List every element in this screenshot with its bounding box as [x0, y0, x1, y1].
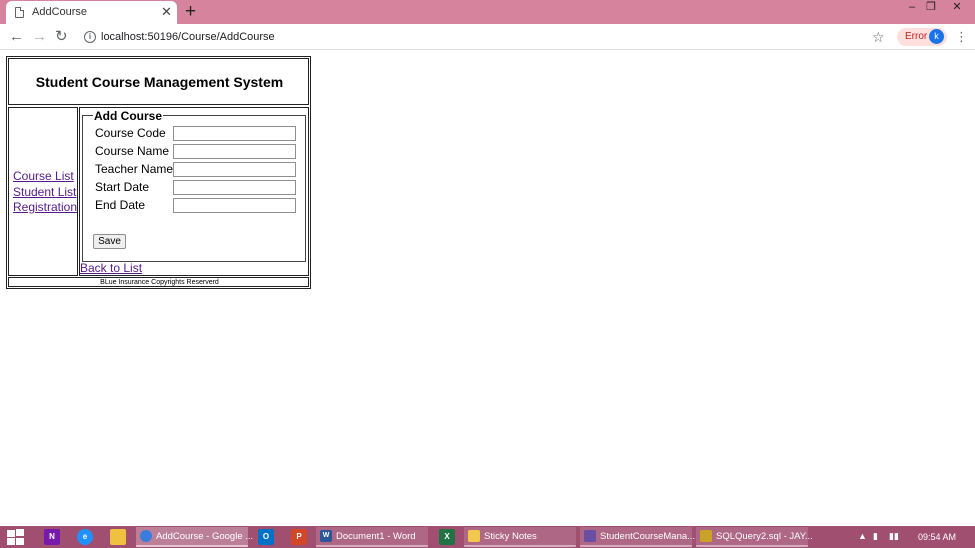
- page-title: Student Course Management System: [35, 74, 284, 90]
- site-info-icon[interactable]: i: [84, 31, 96, 43]
- footer-copyright: BLue Insurance Copyrights Reserverd: [100, 279, 219, 286]
- header-cell: Student Course Management System: [8, 58, 309, 105]
- nav-link-course-list[interactable]: Course List: [13, 169, 77, 185]
- battery-icon[interactable]: ▮: [873, 531, 878, 542]
- word-icon: W: [320, 530, 332, 542]
- address-bar[interactable]: i localhost:50196/Course/AddCourse ☆: [78, 27, 894, 48]
- ie-icon[interactable]: e: [77, 529, 93, 545]
- add-course-fieldset: Add Course Course Code Course Name Teach…: [82, 109, 306, 262]
- nav-links: Course List Student List Registration: [13, 169, 77, 216]
- profile-avatar: k: [929, 29, 944, 44]
- teacher-name-label: Teacher Name: [95, 162, 174, 176]
- start-date-input[interactable]: [173, 180, 296, 195]
- taskbar-item-label: AddCourse - Google ...: [156, 531, 254, 542]
- fieldset-legend: Add Course: [93, 109, 164, 123]
- restore-icon[interactable]: ❐: [920, 0, 942, 16]
- tray-overflow-icon[interactable]: ▲: [858, 531, 867, 541]
- tab-title: AddCourse: [32, 6, 88, 18]
- bookmark-star-icon[interactable]: ☆: [872, 28, 885, 46]
- course-name-input[interactable]: [173, 144, 296, 159]
- back-to-list-link[interactable]: Back to List: [80, 261, 142, 275]
- back-arrow-icon[interactable]: ←: [9, 27, 24, 47]
- chrome-icon: [140, 530, 152, 542]
- form-row-start-date: Start Date: [95, 179, 300, 196]
- save-button[interactable]: Save: [93, 234, 126, 249]
- end-date-input[interactable]: [173, 198, 296, 213]
- browser-tab-strip: AddCourse ✕ + – ❐ ✕: [0, 0, 975, 24]
- taskbar-item-label: Sticky Notes: [484, 531, 537, 542]
- nav-link-student-list[interactable]: Student List: [13, 185, 77, 201]
- new-tab-icon[interactable]: +: [185, 1, 196, 23]
- taskbar-item-label: SQLQuery2.sql - JAY...: [716, 531, 813, 542]
- powerpoint-icon[interactable]: P: [291, 529, 307, 545]
- taskbar-item-visual-studio[interactable]: StudentCourseMana...: [580, 527, 696, 547]
- browser-tab[interactable]: AddCourse ✕: [6, 1, 177, 24]
- ssms-icon: [700, 530, 712, 542]
- window-close-icon[interactable]: ✕: [946, 0, 968, 16]
- start-menu-icon[interactable]: [5, 528, 27, 546]
- nav-link-registration[interactable]: Registration: [13, 200, 77, 216]
- file-explorer-icon[interactable]: [110, 529, 126, 545]
- page-viewport: Student Course Management System Course …: [0, 51, 975, 525]
- taskbar-item-sticky-notes[interactable]: Sticky Notes: [464, 527, 576, 547]
- browser-menu-icon[interactable]: ⋮: [955, 29, 968, 45]
- profile-error-chip[interactable]: Error k: [897, 28, 947, 46]
- visual-studio-icon: [584, 530, 596, 542]
- form-row-end-date: End Date: [95, 197, 300, 214]
- nav-cell: Course List Student List Registration: [8, 107, 78, 276]
- taskbar-item-label: Document1 - Word: [336, 531, 416, 542]
- main-cell: Add Course Course Code Course Name Teach…: [79, 107, 309, 276]
- outlook-icon[interactable]: O: [258, 529, 274, 545]
- onenote-icon[interactable]: N: [44, 529, 60, 545]
- form-row-course-name: Course Name: [95, 143, 300, 160]
- end-date-label: End Date: [95, 198, 146, 212]
- excel-icon[interactable]: X: [439, 529, 455, 545]
- course-code-input[interactable]: [173, 126, 296, 141]
- error-label: Error: [905, 31, 928, 42]
- tab-close-icon[interactable]: ✕: [161, 4, 172, 20]
- teacher-name-input[interactable]: [173, 162, 296, 177]
- network-icon[interactable]: ▮▮: [889, 531, 899, 542]
- taskbar-item-label: StudentCourseMana...: [600, 531, 696, 542]
- reload-icon[interactable]: ↻: [55, 27, 68, 47]
- layout-table: Student Course Management System Course …: [6, 56, 311, 289]
- forward-arrow-icon[interactable]: →: [32, 27, 47, 47]
- form-row-teacher-name: Teacher Name: [95, 161, 300, 178]
- course-code-label: Course Code: [95, 126, 166, 140]
- course-name-label: Course Name: [95, 144, 170, 158]
- taskbar-clock[interactable]: 09:54 AM: [918, 532, 956, 542]
- windows-taskbar: N e AddCourse - Google ... O P W Documen…: [0, 526, 975, 548]
- browser-toolbar: ← → ↻ i localhost:50196/Course/AddCourse…: [0, 24, 975, 50]
- form-row-course-code: Course Code: [95, 125, 300, 142]
- address-bar-url: localhost:50196/Course/AddCourse: [101, 31, 275, 43]
- taskbar-item-word[interactable]: W Document1 - Word: [316, 527, 428, 547]
- taskbar-item-chrome[interactable]: AddCourse - Google ...: [136, 527, 253, 547]
- page-favicon-icon: [15, 7, 24, 18]
- footer-cell: BLue Insurance Copyrights Reserverd: [8, 277, 309, 287]
- start-date-label: Start Date: [95, 180, 150, 194]
- sticky-notes-icon: [468, 530, 480, 542]
- taskbar-item-ssms[interactable]: SQLQuery2.sql - JAY...: [696, 527, 813, 547]
